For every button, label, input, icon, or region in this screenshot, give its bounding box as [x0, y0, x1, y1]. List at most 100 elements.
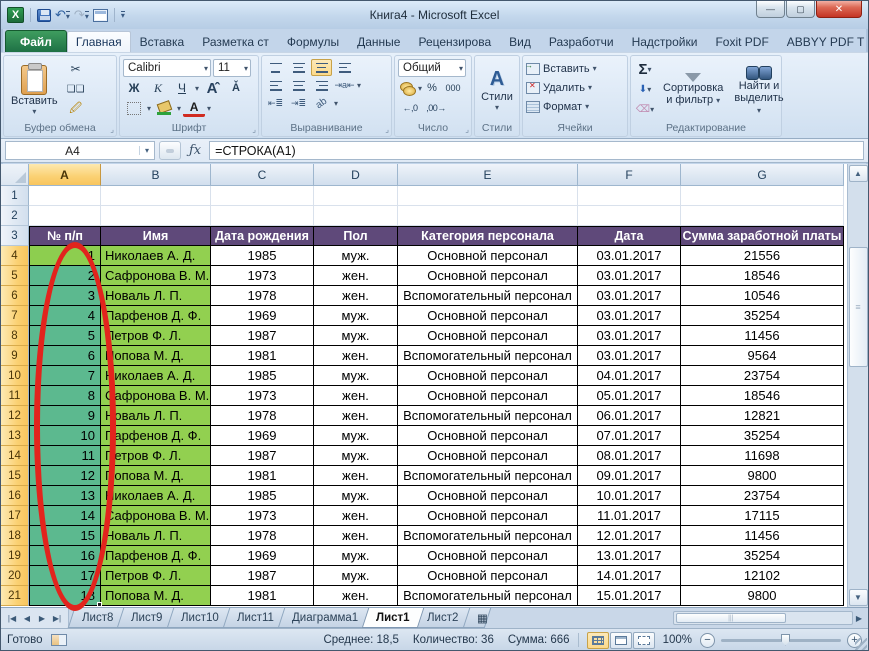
cell-G10[interactable]: 23754	[681, 366, 844, 386]
cell-C20[interactable]: 1987	[211, 566, 314, 586]
decrease-font-button[interactable]: А̌	[225, 79, 247, 97]
cell-G20[interactable]: 12102	[681, 566, 844, 586]
maximize-button[interactable]: ▢	[786, 1, 815, 18]
column-header-E[interactable]: E	[398, 164, 578, 186]
cell-D20[interactable]: муж.	[314, 566, 398, 586]
cell-F6[interactable]: 03.01.2017	[578, 286, 681, 306]
cell-B9[interactable]: Попова М. Д.	[101, 346, 211, 366]
cell-F5[interactable]: 03.01.2017	[578, 266, 681, 286]
ribbon-tab-foxit-pdf[interactable]: Foxit PDF	[706, 31, 777, 52]
cell-A6[interactable]: 3	[29, 286, 101, 306]
cell-F21[interactable]: 15.01.2017	[578, 586, 681, 606]
cell-B5[interactable]: Сафронова В. М.	[101, 266, 211, 286]
cell-B10[interactable]: Николаев А. Д.	[101, 366, 211, 386]
cell-B20[interactable]: Петров Ф. Л.	[101, 566, 211, 586]
cell-F19[interactable]: 13.01.2017	[578, 546, 681, 566]
cell-G16[interactable]: 23754	[681, 486, 844, 506]
cell-E9[interactable]: Вспомогательный персонал	[398, 346, 578, 366]
cell-D16[interactable]: муж.	[314, 486, 398, 506]
cell-G1[interactable]	[681, 186, 844, 206]
name-box[interactable]: A4 ▾	[5, 141, 155, 160]
cell-F20[interactable]: 14.01.2017	[578, 566, 681, 586]
scroll-down-icon[interactable]: ▼	[848, 589, 868, 606]
table-header-2[interactable]: Имя	[101, 226, 211, 246]
ribbon-tab-разработчи[interactable]: Разработчи	[540, 31, 623, 52]
cell-C7[interactable]: 1969	[211, 306, 314, 326]
cell-C17[interactable]: 1973	[211, 506, 314, 526]
column-header-A[interactable]: A	[29, 164, 101, 186]
row-header-3[interactable]: 3	[1, 226, 29, 246]
cell-E8[interactable]: Основной персонал	[398, 326, 578, 346]
cell-G17[interactable]: 17115	[681, 506, 844, 526]
vertical-scroll-thumb[interactable]: ≡	[848, 247, 868, 367]
cell-C10[interactable]: 1985	[211, 366, 314, 386]
cell-F4[interactable]: 03.01.2017	[578, 246, 681, 266]
ribbon-tab-главная[interactable]: Главная	[66, 31, 131, 52]
dialog-launcher-icon[interactable]: ⌟	[385, 125, 389, 134]
row-header-6[interactable]: 6	[1, 286, 29, 306]
cell-G14[interactable]: 11698	[681, 446, 844, 466]
cell-A10[interactable]: 7	[29, 366, 101, 386]
cell-E16[interactable]: Основной персонал	[398, 486, 578, 506]
cell-A1[interactable]	[29, 186, 101, 206]
cell-E7[interactable]: Основной персонал	[398, 306, 578, 326]
cell-A17[interactable]: 14	[29, 506, 101, 526]
cell-G5[interactable]: 18546	[681, 266, 844, 286]
cell-A19[interactable]: 16	[29, 546, 101, 566]
cell-G15[interactable]: 9800	[681, 466, 844, 486]
row-header-16[interactable]: 16	[1, 486, 29, 506]
cell-B1[interactable]	[101, 186, 211, 206]
cell-D5[interactable]: жен.	[314, 266, 398, 286]
font-name-combo[interactable]: Calibri ▾	[123, 59, 211, 77]
cell-D10[interactable]: муж.	[314, 366, 398, 386]
cell-D18[interactable]: жен.	[314, 526, 398, 546]
bold-button[interactable]: Ж	[123, 79, 145, 97]
ribbon-tab-формулы[interactable]: Формулы	[278, 31, 348, 52]
page-break-view-button[interactable]	[632, 631, 655, 649]
cell-C15[interactable]: 1981	[211, 466, 314, 486]
fill-handle[interactable]	[97, 602, 102, 607]
cell-A14[interactable]: 11	[29, 446, 101, 466]
ribbon-tab-данные[interactable]: Данные	[348, 31, 409, 52]
cell-E2[interactable]	[398, 206, 578, 226]
cell-D19[interactable]: муж.	[314, 546, 398, 566]
scroll-up-icon[interactable]: ▲	[848, 165, 868, 182]
row-header-7[interactable]: 7	[1, 306, 29, 326]
cell-B16[interactable]: Николаев А. Д.	[101, 486, 211, 506]
row-header-13[interactable]: 13	[1, 426, 29, 446]
cell-D1[interactable]	[314, 186, 398, 206]
last-sheet-icon[interactable]: ▶|	[50, 614, 64, 623]
cell-G6[interactable]: 10546	[681, 286, 844, 306]
cell-B6[interactable]: Новаль Л. П.	[101, 286, 211, 306]
cell-A21[interactable]: 18	[29, 586, 101, 606]
first-sheet-icon[interactable]: |◀	[5, 614, 19, 623]
increase-font-button[interactable]: А̂	[201, 79, 223, 97]
select-all-corner[interactable]	[1, 164, 29, 186]
cell-B2[interactable]	[101, 206, 211, 226]
align-bottom-button[interactable]	[311, 59, 332, 76]
cell-A13[interactable]: 10	[29, 426, 101, 446]
cell-D4[interactable]: муж.	[314, 246, 398, 266]
table-header-6[interactable]: Дата	[578, 226, 681, 246]
cell-G2[interactable]	[681, 206, 844, 226]
dialog-launcher-icon[interactable]: ⌟	[110, 125, 114, 134]
column-header-B[interactable]: B	[101, 164, 211, 186]
row-header-19[interactable]: 19	[1, 546, 29, 566]
column-header-F[interactable]: F	[578, 164, 681, 186]
cell-E4[interactable]: Основной персонал	[398, 246, 578, 266]
row-header-1[interactable]: 1	[1, 186, 29, 206]
cell-A5[interactable]: 2	[29, 266, 101, 286]
cell-C14[interactable]: 1987	[211, 446, 314, 466]
cell-D17[interactable]: жен.	[314, 506, 398, 526]
zoom-level[interactable]: 100%	[663, 634, 692, 646]
cell-E11[interactable]: Основной персонал	[398, 386, 578, 406]
cell-F16[interactable]: 10.01.2017	[578, 486, 681, 506]
cell-C4[interactable]: 1985	[211, 246, 314, 266]
cell-D21[interactable]: жен.	[314, 586, 398, 606]
cell-C5[interactable]: 1973	[211, 266, 314, 286]
thousands-format-button[interactable]: 000	[442, 79, 464, 97]
ribbon-tab-вставка[interactable]: Вставка	[131, 31, 194, 52]
number-format-combo[interactable]: Общий ▾	[398, 59, 466, 77]
cell-B21[interactable]: Попова М. Д.	[101, 586, 211, 606]
cell-D14[interactable]: муж.	[314, 446, 398, 466]
